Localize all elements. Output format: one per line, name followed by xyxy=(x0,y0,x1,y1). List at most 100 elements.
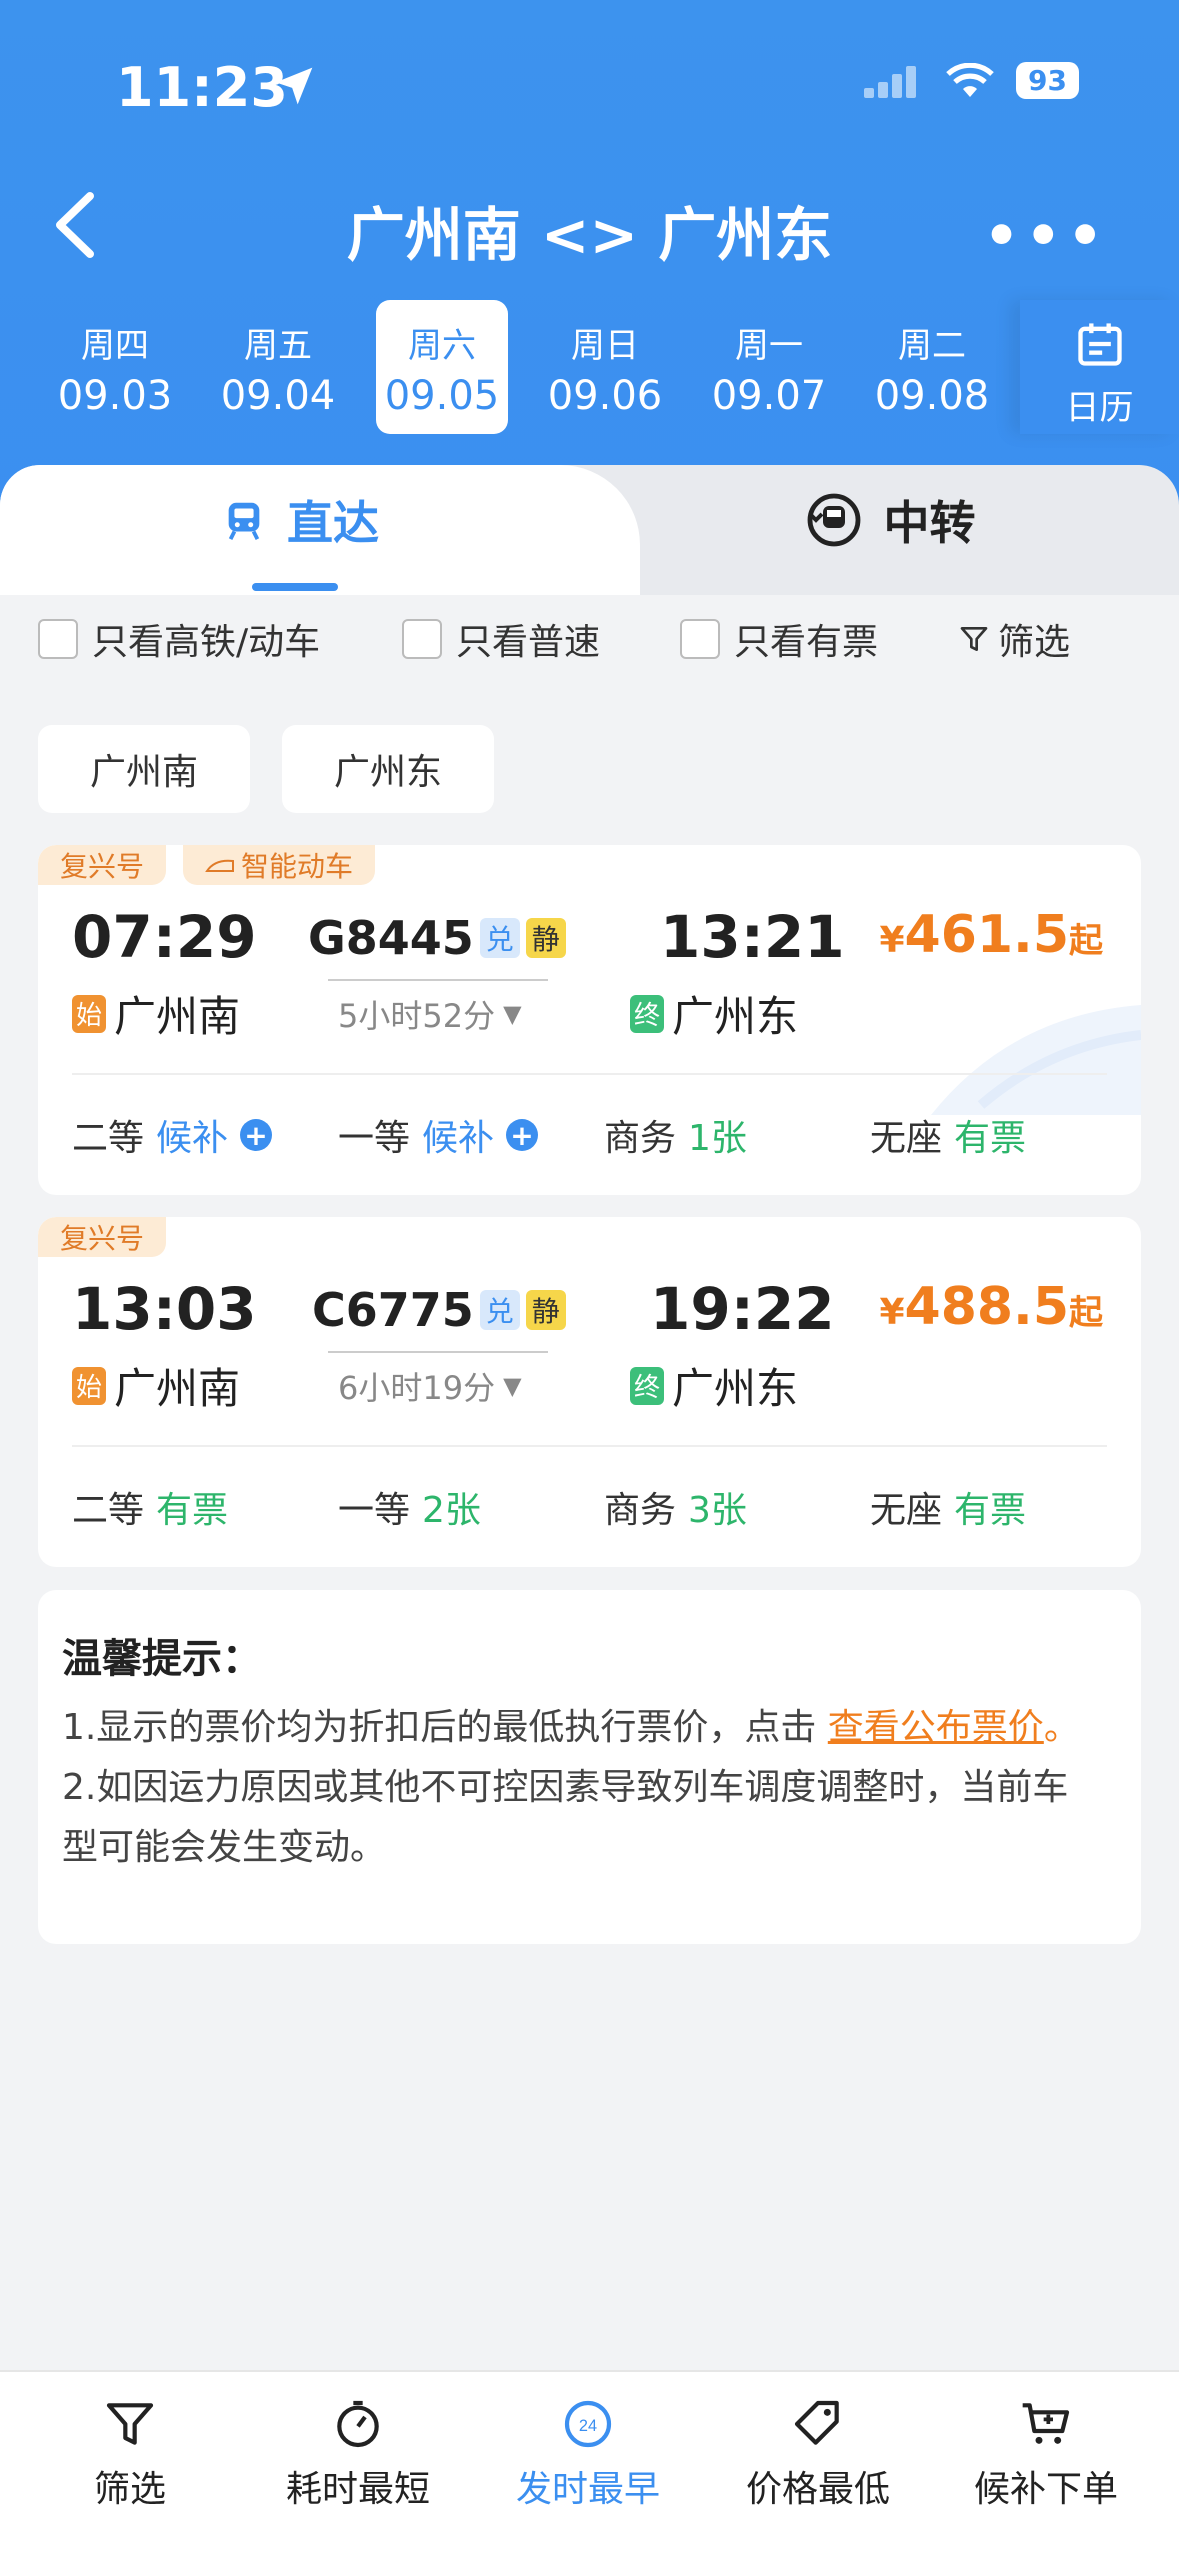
seat-availability: 2张 xyxy=(422,1490,481,1531)
tag-fuxing: 复兴号 xyxy=(38,845,167,885)
filter-screen-label: 筛选 xyxy=(998,622,1071,663)
seat-class-label: 一等 xyxy=(338,1490,411,1531)
bottom-label: 筛选 xyxy=(93,2469,166,2510)
chevron-down-icon: ▼ xyxy=(503,1000,522,1028)
arrival-time: 19:22 xyxy=(650,1275,835,1343)
price: ¥488.5起 xyxy=(879,1277,1103,1337)
seat-standing: 无座 有票 xyxy=(870,1109,1026,1161)
duration[interactable]: 5小时52分 ▼ xyxy=(338,991,522,1037)
seat-business: 商务 3张 xyxy=(604,1481,747,1533)
date-item[interactable]: 周四 09.03 xyxy=(49,300,181,434)
seat-class-label: 无座 xyxy=(870,1490,943,1531)
header: 11:23 93 广州南 <> 广州东 ••• 周四 09.03 周五 09.04 … xyxy=(0,0,1179,520)
view-published-price-link[interactable]: 查看公布票价 xyxy=(828,1707,1044,1748)
tips-title: 温馨提示： xyxy=(62,1636,262,1682)
arrival-station-label: 广州东 xyxy=(672,992,799,1041)
date-value: 09.04 xyxy=(220,373,336,419)
arrival-station: 终 广州东 xyxy=(630,1355,798,1416)
seat-second-class: 二等 候补 + xyxy=(72,1109,273,1161)
tab-direct[interactable]: 直达 xyxy=(0,465,600,575)
train-card[interactable]: 复兴号 智能动车 07:29 G8445 兑 静 5小时52分 ▼ 13:21 … xyxy=(38,845,1141,1195)
bottom-filter-button[interactable]: 筛选 xyxy=(30,2396,230,2512)
bottom-earliest-button[interactable]: 24 发时最早 xyxy=(488,2396,688,2512)
waitlist-plus-icon[interactable]: + xyxy=(240,1119,273,1152)
checkbox[interactable] xyxy=(38,619,78,659)
seat-standing: 无座 有票 xyxy=(870,1481,1026,1533)
calendar-button[interactable]: 日历 xyxy=(1020,300,1179,434)
filter-normal[interactable]: 只看普速 xyxy=(402,613,600,665)
date-selector: 周四 09.03 周五 09.04 周六 09.05 周日 09.06 周一 09.07 … xyxy=(0,300,1179,440)
start-tag: 始 xyxy=(72,1366,106,1405)
status-icons: 93 xyxy=(864,62,1079,99)
bottom-label: 发时最早 xyxy=(515,2469,660,2510)
departure-time: 07:29 xyxy=(72,903,257,971)
duration[interactable]: 6小时19分 ▼ xyxy=(338,1363,522,1409)
filter-available[interactable]: 只看有票 xyxy=(680,613,878,665)
more-icon[interactable]: ••• xyxy=(984,204,1109,269)
bottom-waitlist-button[interactable]: 候补下单 xyxy=(946,2396,1146,2512)
tab-transfer[interactable]: 中转 xyxy=(600,465,1179,575)
signal-icon xyxy=(864,64,924,98)
date-item[interactable]: 周一 09.07 xyxy=(703,300,835,434)
filter-high-speed[interactable]: 只看高铁/动车 xyxy=(38,613,320,665)
tag-smart-train: 智能动车 xyxy=(183,845,376,885)
waitlist-plus-icon[interactable]: + xyxy=(506,1119,539,1152)
departure-station: 始 广州南 xyxy=(72,1355,240,1416)
departure-station-label: 广州南 xyxy=(114,992,241,1041)
seat-class-label: 商务 xyxy=(604,1490,677,1531)
date-value: 09.03 xyxy=(57,373,173,419)
tips-line-2: 2.如因运力原因或其他不可控因素导致列车调度调整时，当前车 xyxy=(62,1767,1069,1808)
station-chip[interactable]: 广州南 xyxy=(38,725,250,813)
seat-availability: 候补 xyxy=(422,1118,495,1159)
bottom-label: 耗时最短 xyxy=(285,2469,430,2510)
bottom-cheapest-button[interactable]: 价格最低 xyxy=(718,2396,918,2512)
date-value: 09.08 xyxy=(874,373,990,419)
filter-screen-button[interactable]: 筛选 xyxy=(958,613,1070,665)
train-number-label: G8445 xyxy=(308,911,474,965)
date-item-selected[interactable]: 周六 09.05 xyxy=(376,300,508,434)
price-suffix: 起 xyxy=(1069,1293,1103,1333)
tag-smart-label: 智能动车 xyxy=(241,850,354,883)
filter-icon xyxy=(106,2403,154,2445)
bottom-shortest-button[interactable]: 耗时最短 xyxy=(258,2396,458,2512)
seat-class-label: 一等 xyxy=(338,1118,411,1159)
train-card[interactable]: 复兴号 13:03 C6775 兑 静 6小时19分 ▼ 19:22 ¥488.… xyxy=(38,1217,1141,1567)
tab-direct-label: 直达 xyxy=(287,496,379,550)
date-weekday: 周一 xyxy=(735,326,803,366)
bottom-label: 候补下单 xyxy=(973,2469,1118,2510)
status-time: 11:23 xyxy=(116,56,288,119)
seat-second-class: 二等 有票 xyxy=(72,1481,228,1533)
seat-availability: 有票 xyxy=(954,1118,1027,1159)
filter-label: 只看普速 xyxy=(456,622,601,663)
cart-icon xyxy=(1022,2403,1070,2444)
price: ¥461.5起 xyxy=(879,905,1103,965)
tips-panel: 温馨提示： 1.显示的票价均为折扣后的最低执行票价，点击 查看公布票价。 2.如… xyxy=(38,1590,1141,1944)
battery-level: 93 xyxy=(1016,62,1079,99)
filter-label: 只看有票 xyxy=(734,622,879,663)
seat-business: 商务 1张 xyxy=(604,1109,747,1161)
departure-station: 始 广州南 xyxy=(72,983,240,1044)
funnel-icon xyxy=(960,627,988,651)
bullet-train-icon xyxy=(205,859,234,872)
station-chip[interactable]: 广州东 xyxy=(282,725,494,813)
departure-station-label: 广州南 xyxy=(114,1364,241,1413)
svg-text:24: 24 xyxy=(579,2417,597,2435)
badge-redeem: 兑 xyxy=(479,918,520,958)
tab-underline xyxy=(252,583,338,591)
date-weekday: 周二 xyxy=(898,326,966,366)
price-value: 461.5 xyxy=(904,905,1069,965)
checkbox[interactable] xyxy=(402,619,442,659)
tips-line-3: 型可能会发生变动。 xyxy=(62,1827,387,1868)
start-tag: 始 xyxy=(72,994,106,1033)
filter-label: 只看高铁/动车 xyxy=(92,622,321,663)
tips-text: 1.显示的票价均为折扣后的最低执行票价，点击 xyxy=(62,1707,828,1748)
date-item[interactable]: 周二 09.08 xyxy=(866,300,998,434)
checkbox[interactable] xyxy=(680,619,720,659)
departure-time: 13:03 xyxy=(72,1275,257,1343)
duration-label: 5小时52分 xyxy=(338,997,496,1035)
duration-line xyxy=(328,1351,548,1353)
duration-line xyxy=(328,979,548,981)
tips-text: 。 xyxy=(1043,1707,1080,1748)
date-item[interactable]: 周五 09.04 xyxy=(212,300,344,434)
date-item[interactable]: 周日 09.06 xyxy=(539,300,671,434)
